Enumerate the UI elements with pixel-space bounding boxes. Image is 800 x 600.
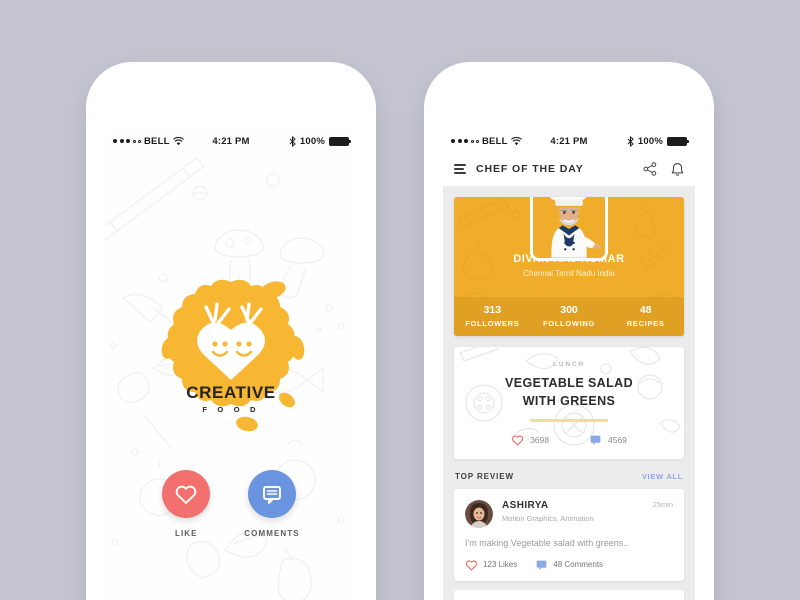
stat-followers[interactable]: 313 FOLLOWERS bbox=[454, 304, 531, 328]
review-comments[interactable]: 48 Comments bbox=[535, 559, 603, 571]
status-bar: BELL 4:21 PM 100% bbox=[443, 130, 695, 152]
recipe-title: VEGETABLE SALAD WITH GREENS bbox=[466, 374, 672, 410]
action-buttons-row: LIKE COMMENTS bbox=[162, 470, 299, 538]
recipe-title-line-2: WITH GREENS bbox=[522, 394, 616, 409]
review-engagement: 123 Likes 48 Comments bbox=[465, 559, 673, 571]
review-author-name: ASHIRYA bbox=[502, 499, 549, 511]
hamburger-menu-icon[interactable] bbox=[454, 164, 466, 174]
reviews-header-title: TOP REVIEW bbox=[455, 471, 514, 481]
view-all-link[interactable]: VIEW ALL bbox=[642, 472, 683, 481]
share-icon[interactable] bbox=[643, 162, 657, 176]
page-title: CHEF OF THE DAY bbox=[476, 163, 584, 175]
recipe-likes[interactable]: 3698 bbox=[511, 434, 549, 446]
logo-wordmark: CREATIVE F O O D bbox=[151, 383, 311, 414]
review-header-row: ASHIRYA Motion Graphics, Animation 25min bbox=[465, 499, 673, 528]
bluetooth-icon bbox=[627, 135, 634, 147]
phone-mockup-left: BELL 4:21 PM 100% CREATIVE F O O D LIKE … bbox=[86, 62, 376, 600]
comments-button-circle[interactable] bbox=[248, 470, 296, 518]
like-button-label: LIKE bbox=[174, 529, 198, 538]
review-identity: ASHIRYA Motion Graphics, Animation bbox=[502, 500, 594, 523]
heart-outline-icon bbox=[511, 435, 524, 446]
status-bar-right: 100% bbox=[627, 135, 689, 147]
stat-recipes-value: 48 bbox=[639, 304, 652, 316]
phone-mockup-right: BELL 4:21 PM 100% CHEF OF THE DAY DIVAN … bbox=[424, 62, 714, 600]
battery-percent-label: 100% bbox=[637, 135, 663, 147]
chef-location: Chennai Tamil Nadu India bbox=[523, 269, 615, 278]
heart-outline-icon bbox=[465, 560, 478, 571]
canvas: BELL 4:21 PM 100% CREATIVE F O O D LIKE … bbox=[0, 0, 800, 600]
screen-chef-of-the-day: BELL 4:21 PM 100% CHEF OF THE DAY DIVAN … bbox=[443, 130, 695, 600]
stat-following-label: FOLLOWING bbox=[542, 319, 596, 328]
heart-icon bbox=[175, 485, 197, 504]
reviews-header: TOP REVIEW VIEW ALL bbox=[443, 459, 695, 489]
like-button[interactable]: LIKE bbox=[162, 470, 211, 538]
comment-bubble-icon bbox=[590, 435, 601, 445]
review-timestamp: 25min bbox=[652, 499, 673, 509]
recipe-card[interactable]: LUNCH VEGETABLE SALAD WITH GREENS 3698 4… bbox=[454, 347, 684, 459]
stat-following-value: 300 bbox=[560, 304, 578, 316]
chef-stats-bar: 313 FOLLOWERS 300 FOLLOWING 48 RECIPES bbox=[454, 297, 684, 336]
recipe-likes-count: 3698 bbox=[530, 434, 549, 445]
recipe-comments[interactable]: 4569 bbox=[589, 434, 627, 446]
comments-button-label: COMMENTS bbox=[244, 529, 300, 538]
recipe-engagement: 3698 4569 bbox=[466, 434, 672, 446]
review-card[interactable]: ASHIRYA Motion Graphics, Animation 25min… bbox=[454, 488, 684, 581]
review-body-text: I'm making Vegetable salad with greens.. bbox=[465, 537, 629, 548]
stat-followers-label: FOLLOWERS bbox=[465, 319, 520, 328]
bell-icon[interactable] bbox=[671, 162, 684, 177]
recipe-comments-count: 4569 bbox=[608, 434, 627, 445]
review-card[interactable]: ASHIRYA Motion Graphics, Animation 45min bbox=[454, 589, 684, 600]
recipe-title-line-1: VEGETABLE SALAD bbox=[505, 376, 633, 390]
comment-bubble-icon bbox=[263, 486, 281, 504]
stat-followers-value: 313 bbox=[483, 304, 502, 316]
chef-portrait-photo[interactable] bbox=[530, 197, 608, 261]
recipe-category: LUNCH bbox=[553, 361, 585, 368]
chef-profile-card[interactable]: DIVAN RAJ KUMAR Chennai Tamil Nadu India… bbox=[454, 197, 684, 336]
content-scroll-area[interactable]: DIVAN RAJ KUMAR Chennai Tamil Nadu India… bbox=[443, 186, 695, 600]
logo-subtitle: F O O D bbox=[202, 405, 260, 414]
stat-recipes[interactable]: 48 RECIPES bbox=[607, 304, 684, 328]
stat-following[interactable]: 300 FOLLOWING bbox=[531, 304, 608, 328]
battery-icon bbox=[667, 136, 689, 146]
review-author-role: Motion Graphics, Animation bbox=[502, 513, 594, 523]
screen-splash: BELL 4:21 PM 100% CREATIVE F O O D LIKE … bbox=[105, 130, 357, 600]
creative-food-logo-icon: CREATIVE F O O D bbox=[151, 274, 311, 434]
battery-icon bbox=[329, 136, 351, 146]
stat-recipes-label: RECIPES bbox=[626, 319, 665, 328]
review-comments-count: 48 Comments bbox=[553, 560, 604, 570]
review-likes[interactable]: 123 Likes bbox=[465, 559, 517, 571]
comments-button[interactable]: COMMENTS bbox=[244, 470, 299, 538]
logo-title: CREATIVE bbox=[186, 383, 276, 402]
chef-card-inner: DIVAN RAJ KUMAR Chennai Tamil Nadu India bbox=[454, 197, 684, 288]
splash-content: CREATIVE F O O D LIKE COMMENTS bbox=[105, 152, 357, 600]
user-avatar-photo[interactable] bbox=[465, 499, 493, 528]
review-likes-count: 123 Likes bbox=[483, 560, 518, 570]
battery-percent-label: 100% bbox=[299, 135, 325, 147]
bluetooth-icon bbox=[289, 135, 296, 147]
app-bar-actions bbox=[643, 162, 684, 177]
like-button-circle[interactable] bbox=[162, 470, 211, 518]
comment-bubble-icon bbox=[536, 560, 547, 570]
app-bar: CHEF OF THE DAY bbox=[443, 152, 695, 186]
status-bar-right: 100% bbox=[289, 135, 351, 147]
status-bar: BELL 4:21 PM 100% bbox=[105, 130, 357, 152]
recipe-divider bbox=[530, 419, 608, 422]
